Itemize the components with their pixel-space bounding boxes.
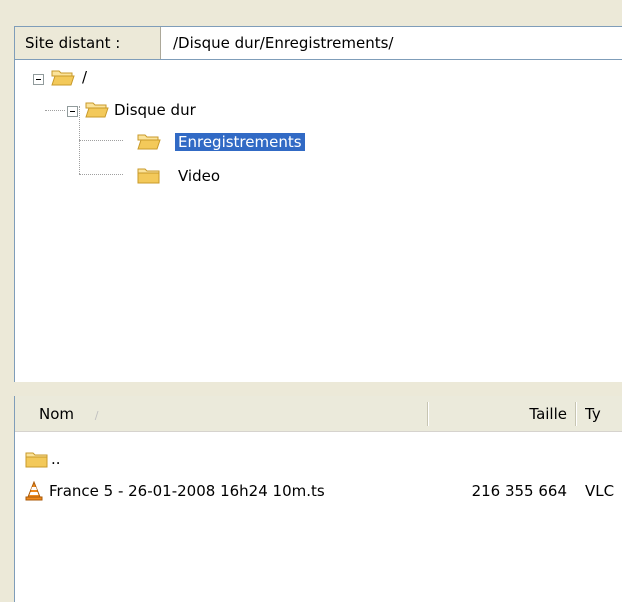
collapse-disque-dur-toggle[interactable] [67, 106, 78, 117]
collapse-root-toggle[interactable] [33, 74, 44, 85]
vlc-cone-icon [25, 481, 43, 501]
folder-icon [137, 166, 161, 184]
tree-node-video[interactable]: Video [175, 164, 223, 188]
panel-splitter[interactable] [14, 382, 622, 396]
list-item-parent-directory[interactable]: .. [15, 446, 622, 472]
column-size-label: Taille [529, 405, 567, 423]
remote-site-label: Site distant : [15, 27, 161, 59]
folder-open-icon [137, 132, 161, 150]
tree-connector [45, 110, 65, 111]
tree-node-enregistrements[interactable]: Enregistrements [175, 130, 305, 154]
remote-file-list: Nom ∕ Taille Ty .. France 5 - 26-01-2008… [14, 396, 622, 602]
column-separator[interactable] [427, 402, 429, 426]
column-header-size[interactable]: Taille [431, 396, 567, 432]
file-type: VLC [585, 482, 615, 500]
column-type-label: Ty [585, 405, 601, 423]
tree-node-label: Disque dur [114, 101, 196, 119]
remote-directory-tree: / Disque dur Enregistrements Video [14, 60, 622, 382]
remote-path-input[interactable] [161, 27, 622, 59]
file-size: 216 355 664 [471, 482, 567, 500]
file-name: .. [51, 450, 61, 468]
column-header-type[interactable]: Ty [585, 396, 622, 432]
column-header-name[interactable]: Nom ∕ [39, 396, 419, 432]
tree-node-label: Video [178, 167, 221, 185]
folder-open-icon [85, 100, 109, 118]
sort-ascending-icon: ∕ [94, 409, 99, 422]
file-name: France 5 - 26-01-2008 16h24 10m.ts [49, 482, 325, 500]
remote-site-path-bar: Site distant : [14, 26, 622, 60]
tree-node-disque-dur[interactable]: Disque dur [111, 98, 199, 122]
file-list-header: Nom ∕ Taille Ty [15, 396, 622, 432]
column-separator[interactable] [575, 402, 577, 426]
tree-node-root[interactable]: / [79, 65, 90, 89]
column-name-label: Nom [39, 405, 75, 423]
folder-icon [25, 450, 49, 468]
tree-node-label: / [82, 68, 88, 86]
tree-connector [79, 140, 123, 141]
tree-node-label: Enregistrements [175, 133, 305, 151]
list-item-file[interactable]: France 5 - 26-01-2008 16h24 10m.ts 216 3… [15, 478, 622, 504]
folder-open-icon [51, 68, 75, 86]
tree-connector [79, 174, 123, 175]
